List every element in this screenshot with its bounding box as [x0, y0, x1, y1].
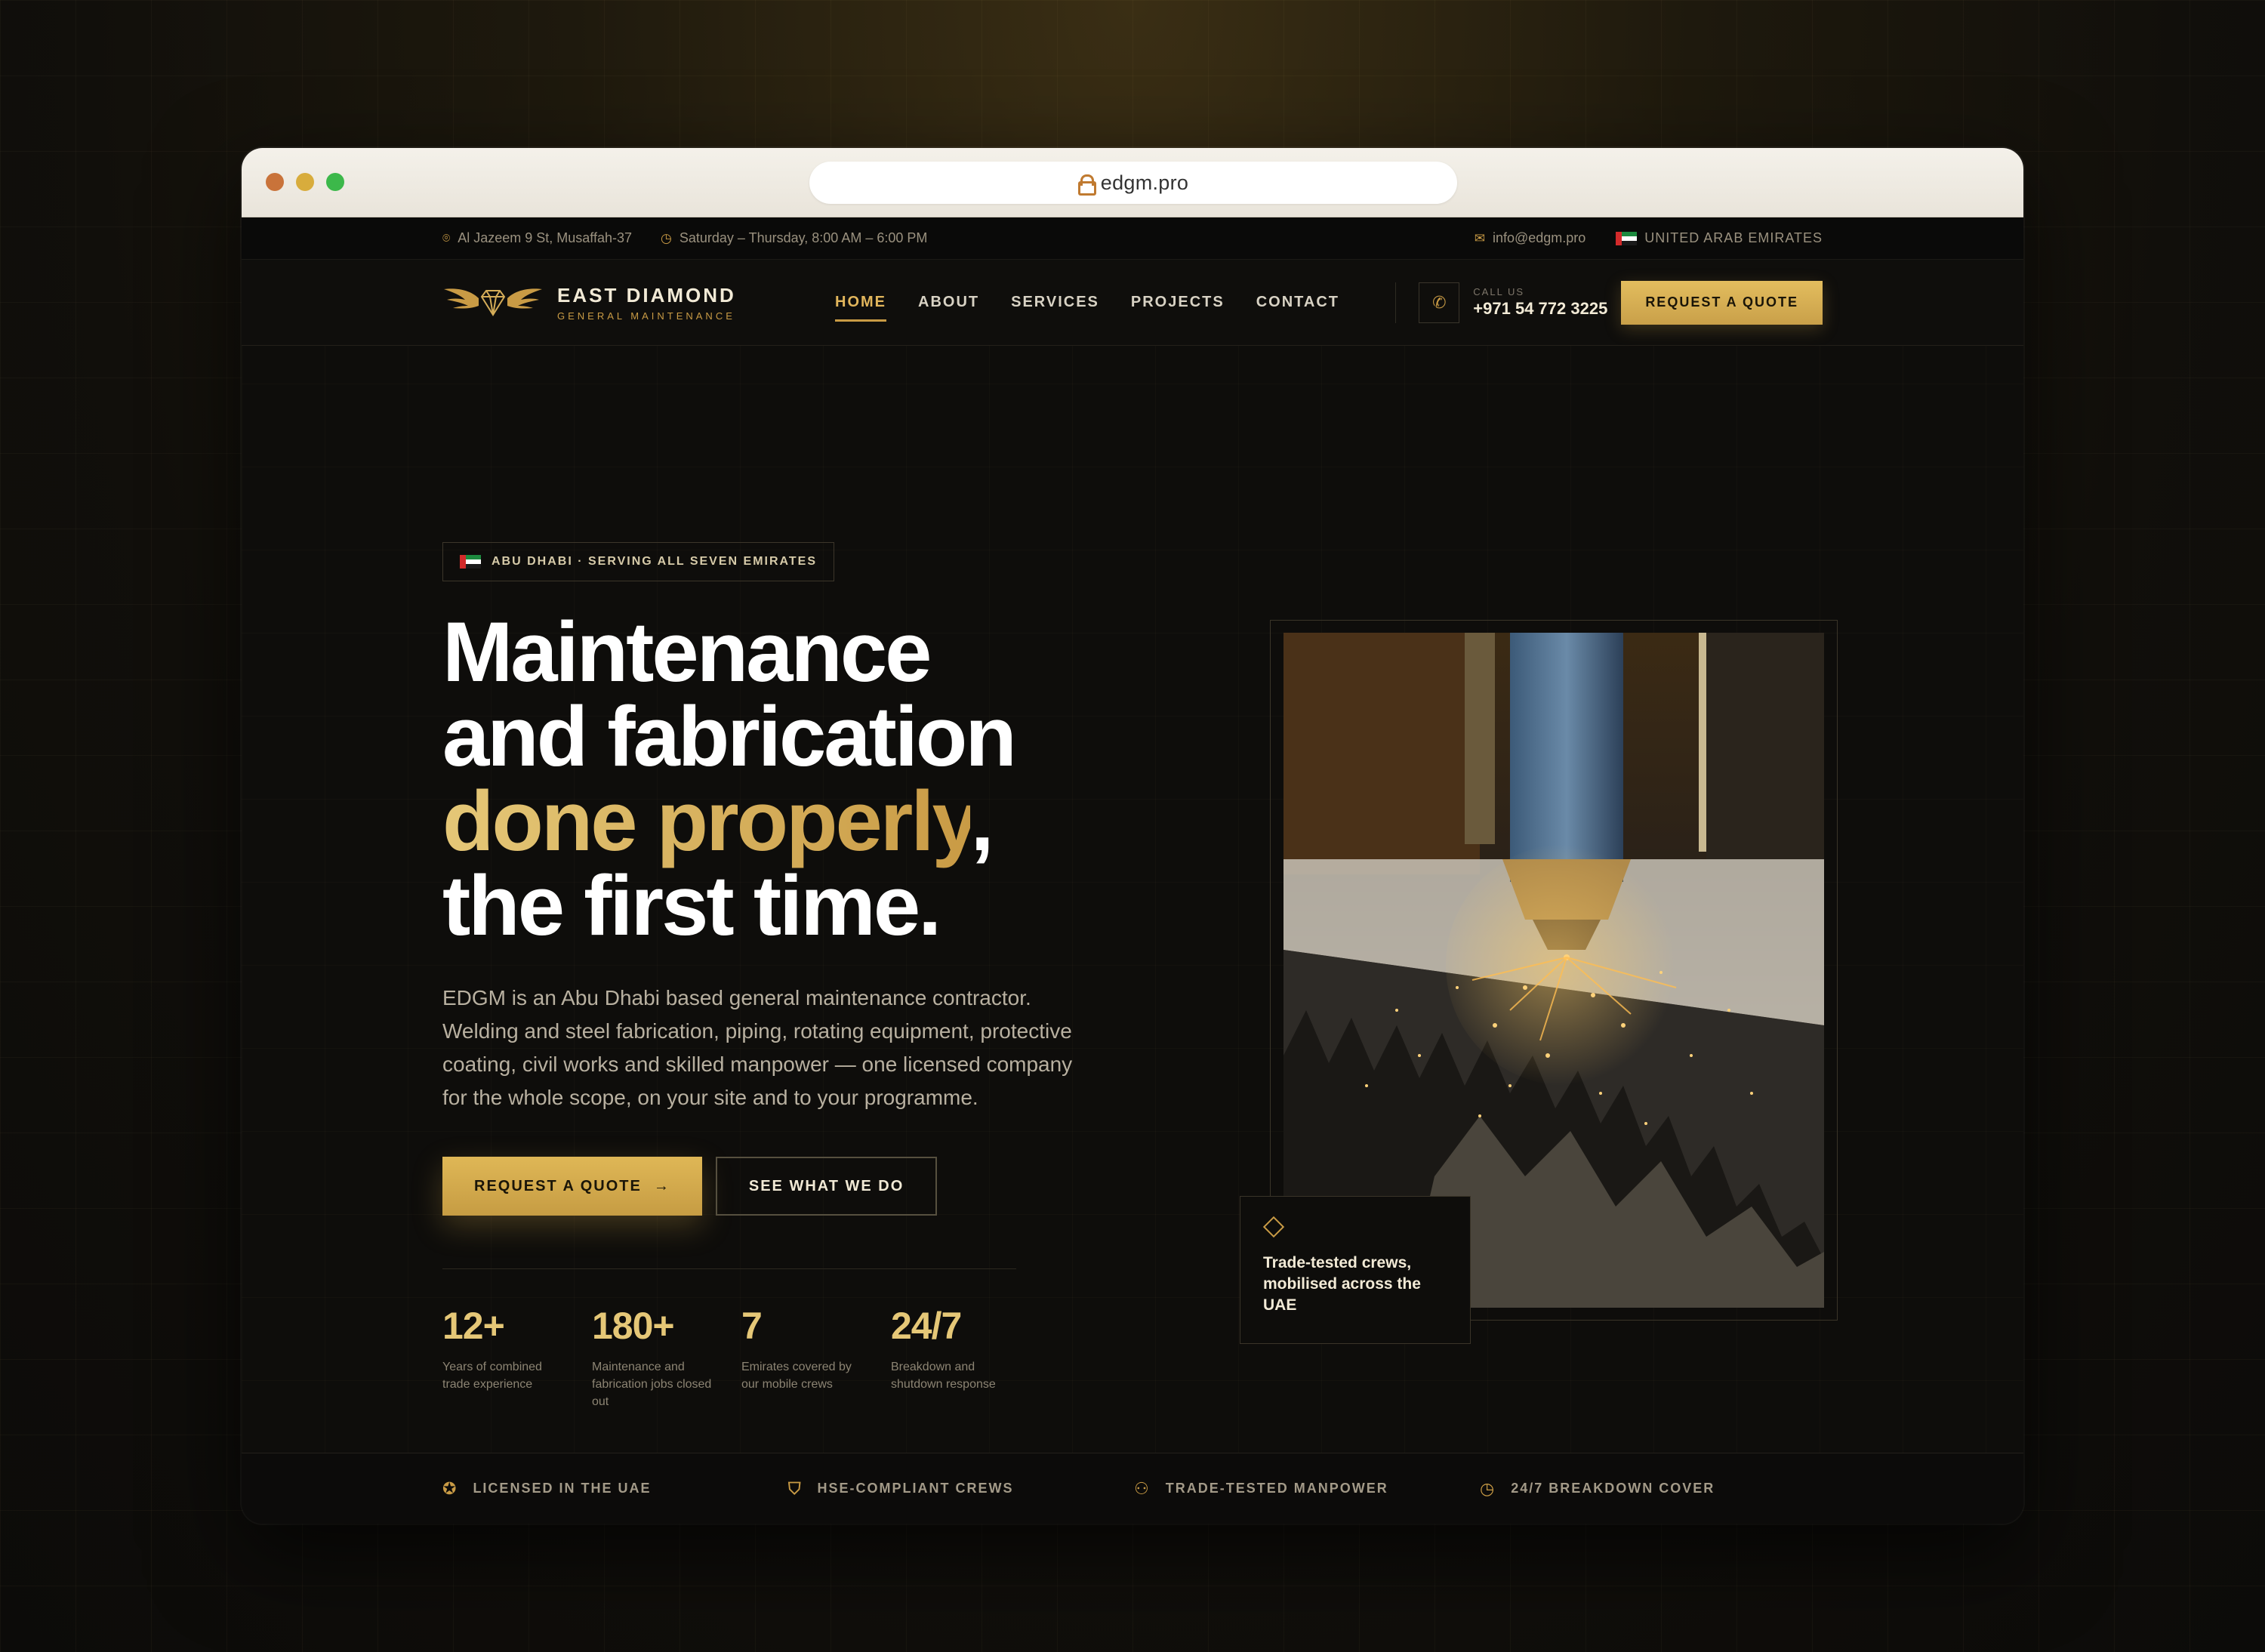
trust-item-licensed: ✪ LICENSED IN THE UAE — [442, 1479, 788, 1499]
map-pin-icon: ⌾ — [442, 230, 451, 245]
headline-line-2: and fabrication — [442, 689, 1017, 784]
maximize-window-button[interactable] — [326, 173, 344, 191]
arrow-right-icon: → — [653, 1177, 670, 1194]
diamond-icon — [1262, 1216, 1285, 1238]
nav-divider — [1395, 282, 1397, 323]
top-info-bar: ⌾ Al Jazeem 9 St, Musaffah-37 ◷ Saturday… — [242, 217, 2023, 260]
nav-services[interactable]: SERVICES — [1011, 286, 1099, 319]
hero-description: EDGM is an Abu Dhabi based general maint… — [442, 986, 1073, 1109]
site-logo[interactable]: EAST DIAMOND GENERAL MAINTENANCE — [442, 283, 835, 322]
hero-headline: Maintenance and fabrication done properl… — [442, 610, 1122, 948]
see-what-we-do-button[interactable]: SEE WHAT WE DO — [715, 1157, 938, 1216]
clock-icon: ◷ — [661, 230, 672, 245]
phone-button[interactable]: ✆ — [1419, 282, 1460, 323]
trust-label: 24/7 BREAKDOWN COVER — [1511, 1481, 1715, 1496]
stat-value: 7 — [741, 1305, 763, 1347]
address-text: Al Jazeem 9 St, Musaffah-37 — [458, 230, 632, 245]
stats-row: 12+ Years of combined trade experience 1… — [442, 1304, 1122, 1410]
nav-projects[interactable]: PROJECTS — [1131, 286, 1225, 319]
close-window-button[interactable] — [266, 173, 284, 191]
phone-number: +971 54 772 3225 — [1473, 299, 1608, 318]
stat-item: 12+ Years of combined trade experience — [442, 1304, 592, 1410]
hero-section: ABU DHABI · SERVING ALL SEVEN EMIRATES M… — [442, 542, 1122, 1410]
users-icon: ⚇ — [1134, 1478, 1151, 1498]
trust-item-manpower: ⚇ TRADE-TESTED MANPOWER — [1134, 1479, 1480, 1499]
trust-item-hse: ⛉ HSE-COMPLIANT CREWS — [788, 1479, 1134, 1499]
hours-info: ◷ Saturday – Thursday, 8:00 AM – 6:00 PM — [661, 230, 927, 246]
logo-subtitle: GENERAL MAINTENANCE — [557, 310, 735, 322]
trust-label: TRADE-TESTED MANPOWER — [1165, 1481, 1388, 1496]
stat-item: 7 Emirates covered by our mobile crews — [741, 1304, 891, 1410]
award-icon: ✪ — [442, 1478, 458, 1498]
hours-text: Saturday – Thursday, 8:00 AM – 6:00 PM — [679, 230, 928, 245]
logo-title: EAST DIAMOND — [557, 283, 736, 307]
trust-label: LICENSED IN THE UAE — [473, 1481, 652, 1496]
badge-text: ABU DHABI · SERVING ALL SEVEN EMIRATES — [492, 555, 817, 568]
headline-gold-text: done properly — [442, 774, 972, 868]
email-text: info@edgm.pro — [1492, 230, 1586, 245]
photo-caption-card: Trade-tested crews, mobilised across the… — [1240, 1196, 1471, 1344]
request-quote-button[interactable]: REQUEST A QUOTE → — [442, 1157, 702, 1216]
stat-item: 180+ Maintenance and fabrication jobs cl… — [592, 1304, 741, 1410]
webpage: ⌾ Al Jazeem 9 St, Musaffah-37 ◷ Saturday… — [242, 217, 2023, 1524]
main-navigation: EAST DIAMOND GENERAL MAINTENANCE HOME AB… — [242, 260, 2023, 346]
uae-flag-icon — [460, 555, 481, 569]
trust-item-breakdown: ◷ 24/7 BREAKDOWN COVER — [1480, 1479, 1826, 1499]
nav-home[interactable]: HOME — [835, 286, 886, 322]
trust-label: HSE-COMPLIANT CREWS — [817, 1481, 1014, 1496]
trust-strip: ✪ LICENSED IN THE UAE ⛉ HSE-COMPLIANT CR… — [242, 1453, 2023, 1524]
minimize-window-button[interactable] — [296, 173, 314, 191]
stat-description: Breakdown and shutdown response — [891, 1361, 996, 1391]
address-bar[interactable]: edgm.pro — [809, 162, 1457, 204]
uae-flag-icon — [1616, 231, 1638, 245]
headline-comma: , — [970, 774, 994, 868]
lock-icon — [1077, 174, 1096, 196]
nav-about[interactable]: ABOUT — [918, 286, 979, 319]
request-quote-label: REQUEST A QUOTE — [474, 1177, 642, 1194]
mail-icon: ✉ — [1474, 230, 1485, 245]
nav-menu: HOME ABOUT SERVICES PROJECTS CONTACT — [835, 286, 1339, 322]
stat-description: Years of combined trade experience — [442, 1361, 542, 1391]
email-link[interactable]: ✉ info@edgm.pro — [1475, 230, 1586, 246]
clock-icon: ◷ — [1480, 1478, 1496, 1498]
url-text: edgm.pro — [1100, 171, 1189, 194]
shield-check-icon: ⛉ — [788, 1478, 803, 1498]
country-info: UNITED ARAB EMIRATES — [1616, 230, 1823, 246]
call-us-label: CALL US — [1473, 286, 1525, 297]
phone-icon: ✆ — [1432, 292, 1447, 312]
browser-window: edgm.pro ⌾ Al Jazeem 9 St, Musaffah-37 ◷… — [242, 148, 2023, 1524]
stat-item: 24/7 Breakdown and shutdown response — [891, 1304, 1040, 1410]
location-badge: ABU DHABI · SERVING ALL SEVEN EMIRATES — [442, 542, 834, 581]
headline-line-4: the first time. — [442, 858, 941, 953]
stat-value: 24/7 — [891, 1305, 962, 1347]
headline-line-1: Maintenance — [442, 605, 932, 699]
stat-description: Maintenance and fabrication jobs closed … — [592, 1361, 712, 1408]
stat-description: Emirates covered by our mobile crews — [741, 1361, 852, 1391]
stat-value: 12+ — [442, 1305, 505, 1347]
browser-chrome: edgm.pro — [242, 148, 2023, 217]
call-us-block[interactable]: CALL US +971 54 772 3225 — [1473, 286, 1607, 319]
nav-contact[interactable]: CONTACT — [1256, 286, 1339, 319]
caption-text: Trade-tested crews, mobilised across the… — [1263, 1254, 1421, 1314]
country-text: UNITED ARAB EMIRATES — [1644, 230, 1823, 245]
address-info: ⌾ Al Jazeem 9 St, Musaffah-37 — [442, 230, 632, 246]
winged-diamond-logo-icon — [444, 288, 542, 316]
header-request-quote-button[interactable]: REQUEST A QUOTE — [1621, 280, 1823, 325]
stat-value: 180+ — [592, 1305, 675, 1347]
stats-divider — [442, 1268, 1016, 1269]
